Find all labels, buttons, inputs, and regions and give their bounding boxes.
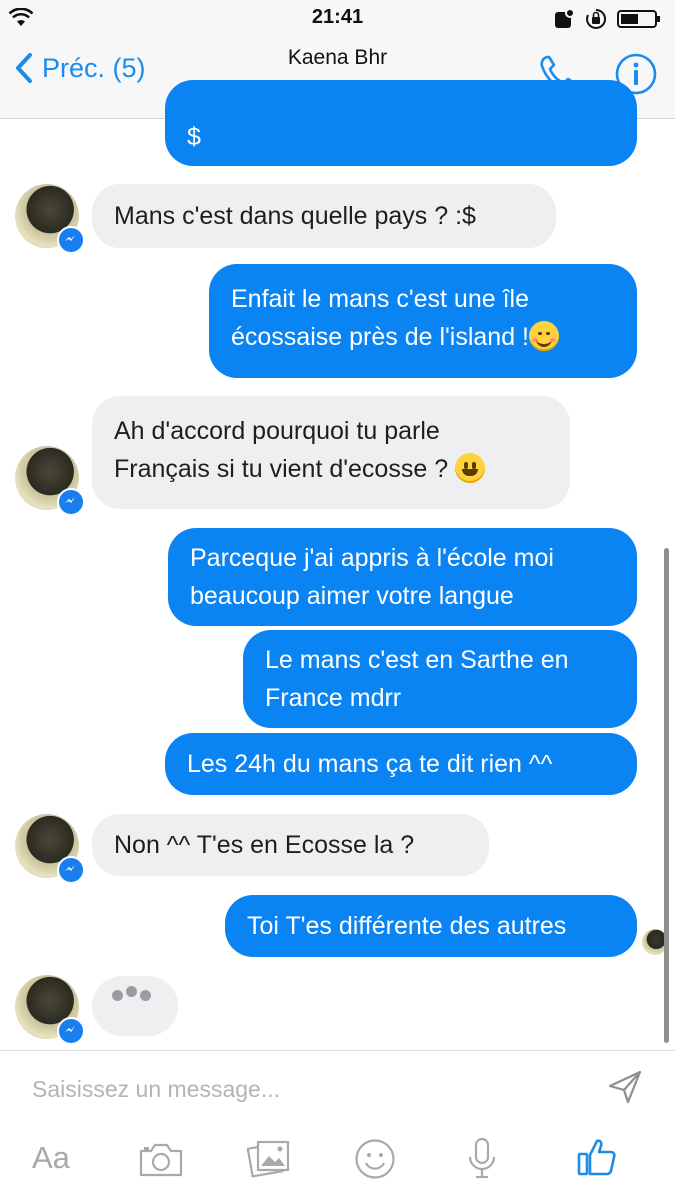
thumbs-up-icon[interactable] bbox=[576, 1136, 618, 1178]
send-icon[interactable] bbox=[606, 1068, 644, 1106]
sticker-smiley-icon[interactable] bbox=[354, 1138, 396, 1180]
message-bubble-outgoing[interactable]: Le mans c'est en Sarthe en France mdrr bbox=[243, 630, 637, 728]
message-bubble-outgoing[interactable]: $ bbox=[165, 80, 637, 166]
message-bubble-outgoing[interactable]: Parceque j'ai appris à l'école moi beauc… bbox=[168, 528, 637, 626]
messenger-badge-icon bbox=[57, 226, 85, 254]
message-bubble-incoming[interactable]: Ah d'accord pourquoi tu parle Français s… bbox=[92, 396, 570, 509]
text-format-button[interactable]: Aa bbox=[32, 1140, 70, 1176]
contact-avatar[interactable] bbox=[15, 975, 85, 1045]
compose-divider bbox=[0, 1050, 675, 1051]
battery-icon bbox=[617, 10, 660, 28]
messenger-badge-icon bbox=[57, 488, 85, 516]
notification-icon bbox=[555, 8, 575, 28]
camera-icon[interactable] bbox=[138, 1142, 184, 1178]
message-bubble-outgoing[interactable]: Les 24h du mans ça te dit rien ^^ bbox=[165, 733, 637, 795]
rotation-lock-icon bbox=[586, 8, 607, 29]
microphone-icon[interactable] bbox=[466, 1136, 498, 1182]
message-bubble-incoming[interactable]: Mans c'est dans quelle pays ? :$ bbox=[92, 184, 556, 248]
message-input[interactable] bbox=[30, 1068, 574, 1110]
contact-avatar[interactable] bbox=[15, 446, 85, 516]
messenger-badge-icon bbox=[57, 1017, 85, 1045]
contact-avatar[interactable] bbox=[15, 814, 85, 884]
message-bubble-incoming[interactable]: Non ^^ T'es en Ecosse la ? bbox=[92, 814, 489, 876]
scrollbar[interactable] bbox=[664, 548, 669, 1043]
grinning-face-emoji-icon bbox=[455, 453, 486, 483]
message-bubble-outgoing[interactable]: Toi T'es différente des autres bbox=[225, 895, 637, 957]
status-icons bbox=[553, 8, 661, 30]
typing-indicator bbox=[92, 976, 178, 1036]
relieved-face-emoji-icon bbox=[529, 321, 559, 351]
messenger-badge-icon bbox=[57, 856, 85, 884]
contact-avatar[interactable] bbox=[15, 184, 85, 254]
photo-gallery-icon[interactable] bbox=[247, 1138, 291, 1178]
message-bubble-outgoing[interactable]: Enfait le mans c'est une île écossaise p… bbox=[209, 264, 637, 378]
